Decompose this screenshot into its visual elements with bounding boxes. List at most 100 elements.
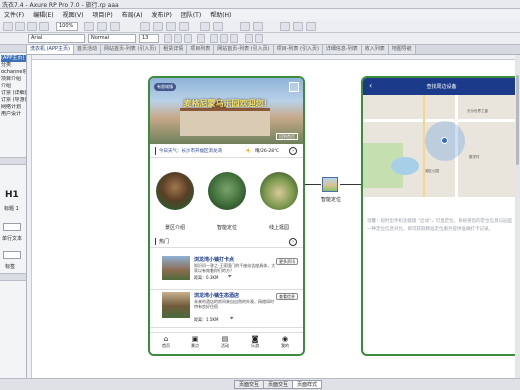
status-tab[interactable]: 页面交互 [234,380,265,389]
page-tab[interactable]: 详细信息-列表 [322,45,362,54]
unlock-icon[interactable] [253,22,263,31]
publish-icon[interactable] [306,22,316,31]
icon-label-scenic: 景区介绍 [164,225,185,231]
menu-view[interactable]: 视图(V) [63,10,84,19]
share-icon[interactable] [293,22,303,31]
page-tab[interactable]: 网站首页-列表 (引入页) [100,45,161,54]
font-size-select[interactable]: 13 [139,34,159,43]
news-info-button[interactable]: 查看信息 [276,293,298,300]
nav-fun[interactable]: ◙ 乐游 [248,335,262,349]
zoom-select[interactable]: 100% [56,22,78,31]
current-location-icon[interactable] [441,137,448,144]
menu-edit[interactable]: 编辑(E) [33,10,53,19]
heading-widget[interactable]: H1 [5,190,19,200]
sitemap-item[interactable]: (APP主页) [1,55,26,62]
nav-label: 我的 [281,343,289,348]
crop-icon[interactable] [110,22,120,31]
text-field-widget[interactable] [3,223,21,231]
align-icon[interactable] [200,22,210,31]
page-tab[interactable]: 首页活动 [73,45,101,54]
smart-locate-widget-image[interactable] [322,177,338,192]
group-icon[interactable] [140,22,150,31]
section-title: 热门 [159,239,170,245]
save-icon[interactable] [27,22,37,31]
news-more-button[interactable]: 更多资讯 [276,258,298,265]
banner-button[interactable]: 回到首页 [276,133,298,140]
page-tab[interactable]: 项目列表 [187,45,215,54]
main-toolbar: 100% [0,20,520,33]
canvas-scrollbar[interactable] [515,55,520,378]
front-icon[interactable] [166,22,176,31]
nav-mine[interactable]: ◉ 我的 [278,335,292,349]
lock-icon[interactable] [240,22,250,31]
nav-label: 乐游 [251,343,259,348]
bold-icon[interactable] [164,34,172,43]
italic-icon[interactable] [174,34,182,43]
news-item-2[interactable]: 浏龙湾小镇生态酒店 未来的酒店的房间来自自然的外观，网络如时特有良好住宿 距离：… [150,290,303,328]
open-icon[interactable] [15,22,25,31]
back-icon[interactable] [179,22,189,31]
menu-project[interactable]: 项目(P) [92,10,112,19]
align-center-icon[interactable] [220,34,228,43]
news-item-1[interactable]: 浏龙湾小镇打卡点 知识问一答之·王家国门的千座站告座具体，大家以有效着你们的方？… [150,254,303,290]
page-tab[interactable]: 网站首页-列表 (引入页) [214,45,274,54]
menu-publish[interactable]: 发布(P) [152,10,172,19]
news-desc: 未来的酒店的房间来自自然的外观，网络如时特有良好住宿 [194,299,274,309]
sitemap-item[interactable]: 用户设计 [1,111,26,118]
menu-help[interactable]: 帮助(H) [210,10,231,19]
nav-home[interactable]: ⌂ 首页 [159,335,173,349]
map-title: 查找周边设备 [426,84,457,90]
sitemap-item[interactable]: 项目介绍 [1,76,26,83]
status-tab[interactable]: 页面交互 [263,380,294,389]
align-left-icon[interactable] [210,34,218,43]
sitemap-item[interactable]: ochannel接入页 [1,69,26,76]
sitemap-item[interactable]: 介绍 [1,83,26,90]
distribute-icon[interactable] [213,22,223,31]
nav-label: 活动 [221,343,229,348]
weather-value: 晴/26-28℃ [255,149,280,154]
preview-icon[interactable] [280,22,290,31]
menu-team[interactable]: 团队(T) [181,10,201,19]
text-field-caption: 单行文本 [2,236,23,242]
scrollbar-thumb[interactable] [516,75,519,165]
page-tab[interactable]: 项目-列表 (引入页) [273,45,323,54]
map-note: 温馨：短时出手机功能版 "启动"，可直定位，系统将您的定位信息与园里一种定位信息… [367,219,513,232]
sitemap-item[interactable]: 订票 (详细) [1,90,26,97]
underline-icon[interactable] [184,34,192,43]
page-tab[interactable]: 收入列表 [361,45,389,54]
fill-color-icon[interactable] [245,34,253,43]
scenic-intro-image[interactable] [156,172,194,210]
menu-file[interactable]: 文件(F) [4,10,24,19]
ungroup-icon[interactable] [153,22,163,31]
align-right-icon[interactable] [230,34,238,43]
smart-locate-image[interactable] [208,172,246,210]
cut-icon[interactable] [39,22,49,31]
nav-scenic[interactable]: ▣ 景点 [188,335,202,349]
connector-icon[interactable] [97,22,107,31]
status-tab[interactable]: 页面样式 [292,380,323,389]
connector-label: 智能定位 [320,197,341,203]
droplist-widget[interactable] [3,251,21,259]
header-tag[interactable]: 有限城镇 [154,83,176,91]
font-color-icon[interactable] [197,34,205,43]
sitemap-item[interactable]: 网络计划 [1,104,26,111]
sitemap-item[interactable]: 分类 [1,62,26,69]
border-color-icon[interactable] [255,34,263,43]
arrow-right-icon[interactable]: › [289,147,297,155]
font-family-select[interactable]: Arial [28,34,85,43]
page-tab[interactable]: 地图导航 [388,45,416,54]
page-tab[interactable]: 洗衣机 (APP主页) [27,45,74,54]
qrcode-icon[interactable] [289,82,299,92]
online-tour-image[interactable] [260,172,298,210]
map-view[interactable]: 长沙世界之窗 湖区公园 数学村 [363,95,520,197]
new-icon[interactable] [3,22,13,31]
more-arrow-icon[interactable]: › [289,238,297,246]
nav-activity[interactable]: ▤ 活动 [218,335,232,349]
pointer-icon[interactable] [84,22,94,31]
page-tab[interactable]: 租赁详情 [160,45,188,54]
news-desc: 知识问一答之·王家国门的千座站告座具体，大家以有效着你们的方？ [194,263,276,273]
font-style-select[interactable]: Normal [88,34,136,43]
sitemap-item[interactable]: 订票 (导游) [1,97,26,104]
weather-bar: 今日天气：长沙市开福区浏龙湾 ☀ 晴/26-28℃ › [150,144,303,158]
menu-layout[interactable]: 布局(A) [122,10,143,19]
